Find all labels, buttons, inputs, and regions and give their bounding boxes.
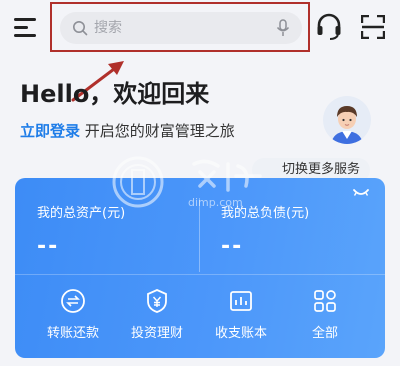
collapse-icon[interactable]: [353, 188, 369, 198]
search-bar[interactable]: [60, 12, 302, 44]
search-input[interactable]: [94, 18, 264, 38]
greeting-subtitle-line: 立即登录 开启您的财富管理之旅: [20, 120, 235, 141]
menu-icon[interactable]: [14, 16, 38, 38]
total-liabilities-label: 我的总负债(元): [221, 206, 310, 221]
headset-icon[interactable]: [316, 13, 342, 41]
ledger-icon: [230, 291, 252, 311]
login-link[interactable]: 立即登录: [20, 122, 80, 140]
quick-action-invest[interactable]: 投资理财: [117, 286, 197, 348]
grid-icon: [314, 290, 336, 312]
transfer-icon: [61, 289, 85, 313]
card-divider: [199, 198, 200, 272]
greeting-title: Hello，欢迎回来: [20, 80, 210, 108]
search-icon: [73, 21, 88, 36]
scan-icon[interactable]: [361, 15, 385, 39]
account-card: 我的总资产(元) -- 我的总负债(元) -- 转账还款 投资理财 收支账本 全…: [15, 178, 385, 358]
microphone-icon[interactable]: [276, 19, 290, 37]
quick-action-label: 全部: [311, 326, 338, 341]
invest-shield-icon: [147, 289, 167, 313]
quick-action-all[interactable]: 全部: [285, 286, 365, 348]
quick-action-ledger[interactable]: 收支账本: [201, 286, 281, 348]
quick-action-label: 投资理财: [130, 326, 183, 341]
quick-action-transfer[interactable]: 转账还款: [33, 286, 113, 348]
quick-action-label: 转账还款: [46, 326, 99, 341]
total-assets-label: 我的总资产(元): [37, 206, 126, 221]
avatar[interactable]: [323, 96, 371, 144]
total-assets-value[interactable]: --: [37, 234, 59, 259]
card-separator: [15, 274, 385, 275]
user-avatar-icon: [331, 106, 363, 144]
greeting-subtitle: 开启您的财富管理之旅: [84, 122, 235, 140]
quick-action-label: 收支账本: [214, 326, 267, 341]
total-liabilities-value[interactable]: --: [221, 234, 243, 259]
